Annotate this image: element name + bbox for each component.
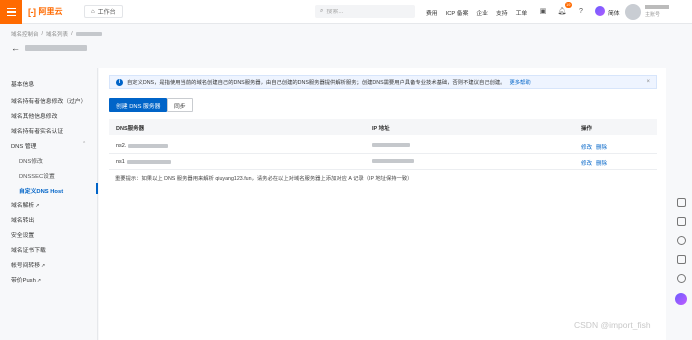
nav-enterprise[interactable]: 企业 (476, 8, 488, 17)
sidebar-item-dns-resolve[interactable]: 域名解析↗ (11, 200, 39, 209)
sidebar-item-dns-modify[interactable]: DNS修改 (19, 156, 43, 165)
account-type: 主账号 (645, 12, 661, 18)
back-arrow-icon[interactable]: ← (11, 43, 20, 53)
nav-ticket[interactable]: 工单 (516, 8, 528, 17)
important-tip: 重要提示：如果以上 DNS 服务器用来解析 qiuyang123.fun，请务必… (115, 176, 413, 182)
sidebar: 基本信息 域名持有者信息修改（过户） 域名其他信息修改 域名持有者实名认证 DN… (0, 68, 98, 340)
sidebar-item-price-push[interactable]: 带价Push↗ (11, 275, 41, 284)
logo-icon: [-] (28, 6, 36, 17)
notification-icon[interactable]: 🔔︎ 19 (557, 2, 572, 16)
info-icon: i (116, 78, 123, 86)
breadcrumb: 域名控制台 / 域名列表 / (11, 30, 102, 38)
sidebar-item-custom-dns-host[interactable]: 自定义DNS Host (19, 186, 63, 195)
search-box[interactable]: ⌕ (315, 5, 415, 18)
delete-link[interactable]: 删除 (596, 143, 607, 151)
account-name-blurred (645, 5, 669, 9)
create-dns-server-button[interactable]: 创建 DNS 服务器 (109, 98, 168, 112)
table-row: ns1 修改 删除 (109, 154, 657, 170)
home-icon: ⌂ (91, 8, 95, 15)
sidebar-item-owner-transfer[interactable]: 域名持有者信息修改（过户） (11, 96, 86, 105)
ip-cell (372, 143, 410, 147)
sidebar-item-dnssec[interactable]: DNSSEC设置 (19, 171, 55, 180)
menu-icon[interactable] (0, 0, 22, 24)
dns-server-cell: ns2. (116, 143, 169, 149)
language-switch[interactable]: 简体 (608, 8, 620, 17)
help-link[interactable]: 更多帮助 (509, 78, 530, 86)
search-icon: ⌕ (320, 8, 324, 14)
sidebar-item-basic-info[interactable]: 基本信息 (11, 79, 34, 88)
ai-assistant-float-icon[interactable] (675, 293, 687, 305)
top-bar: [-] 阿里云 ⌂ 工作台 ⌕ 费用 ICP 备案 企业 支持 工单 ▣ 🔔︎1… (0, 0, 692, 24)
account-info[interactable]: 主账号 (645, 5, 669, 19)
breadcrumb-item-list[interactable]: 域名列表 (46, 30, 68, 38)
notice-text: 自定义DNS，是指使用当前的域名创建自己的DNS服务器，由自己创建的DNS服务器… (127, 80, 506, 86)
column-ip: IP 地址 (372, 126, 390, 132)
actions-cell: 修改 删除 (581, 159, 611, 167)
calendar-icon[interactable] (676, 217, 686, 226)
edit-link[interactable]: 修改 (581, 143, 592, 151)
dns-host-blurred (126, 160, 171, 164)
sidebar-item-security[interactable]: 安全设置 (11, 230, 34, 239)
sidebar-active-indicator (96, 183, 98, 194)
ip-blurred (372, 143, 410, 147)
edit-link[interactable]: 修改 (581, 159, 592, 167)
breadcrumb-item-console[interactable]: 域名控制台 (11, 30, 39, 38)
workbench-label: 工作台 (97, 10, 116, 16)
page-title: ← (11, 43, 87, 53)
nav-support[interactable]: 支持 (496, 8, 508, 17)
external-link-icon: ↗ (35, 203, 40, 209)
nav-icp[interactable]: ICP 备案 (446, 8, 469, 17)
sidebar-item-cert-download[interactable]: 域名证书下载 (11, 245, 46, 254)
survey-icon[interactable] (676, 255, 686, 264)
external-link-icon: ↗ (41, 263, 46, 269)
terminal-icon[interactable]: ▣ (538, 6, 548, 16)
ip-blurred (372, 159, 414, 163)
sidebar-item-transfer-out[interactable]: 域名转出 (11, 215, 34, 224)
workbench-button[interactable]: ⌂ 工作台 (84, 5, 123, 18)
domain-title-blurred (25, 45, 87, 51)
column-dns-server: DNS服务器 (116, 126, 145, 132)
delete-link[interactable]: 删除 (596, 159, 607, 167)
sidebar-item-dns-manage[interactable]: DNS 管理 (11, 141, 36, 150)
sidebar-item-other-info[interactable]: 域名其他信息修改 (11, 111, 57, 120)
brand-logo[interactable]: [-] 阿里云 (28, 6, 63, 17)
sidebar-item-realname[interactable]: 域名持有者实名认证 (11, 126, 63, 135)
close-icon[interactable]: × (646, 79, 650, 85)
sidebar-item-account-transfer[interactable]: 帐号间转移↗ (11, 260, 45, 269)
info-notice: i 自定义DNS，是指使用当前的域名创建自己的DNS服务器，由自己创建的DNS服… (109, 75, 657, 89)
document-icon[interactable] (676, 198, 686, 207)
top-icon-group: ▣ 🔔︎ 19 ? (538, 2, 605, 16)
main-panel: i 自定义DNS，是指使用当前的域名创建自己的DNS服务器，由自己创建的DNS服… (99, 68, 666, 340)
avatar[interactable] (625, 4, 641, 20)
ip-cell (372, 159, 414, 163)
refresh-icon[interactable] (676, 274, 686, 283)
actions-cell: 修改 删除 (581, 143, 611, 151)
table-row: ns2. 修改 删除 (109, 138, 657, 154)
external-link-icon: ↗ (36, 278, 42, 284)
watermark: CSDN @import_fish (574, 320, 651, 330)
dns-server-cell: ns1 (116, 159, 171, 165)
dns-host-blurred (128, 144, 169, 148)
nav-billing[interactable]: 费用 (426, 8, 438, 17)
search-input[interactable] (326, 8, 407, 15)
help-icon[interactable]: ? (576, 6, 586, 16)
settings-icon[interactable] (676, 236, 686, 245)
top-nav: 费用 ICP 备案 企业 支持 工单 (426, 8, 527, 17)
column-actions: 操作 (581, 126, 593, 132)
ai-assistant-icon[interactable] (595, 6, 605, 16)
brand-name: 阿里云 (38, 7, 63, 16)
right-float-toolbar (671, 198, 691, 305)
breadcrumb-domain-blurred (75, 32, 102, 36)
notification-badge: 19 (564, 2, 572, 8)
sync-button[interactable]: 同步 (167, 98, 193, 112)
chevron-up-icon[interactable]: ⌃ (82, 141, 86, 147)
table-header: DNS服务器 IP 地址 操作 (109, 119, 657, 135)
